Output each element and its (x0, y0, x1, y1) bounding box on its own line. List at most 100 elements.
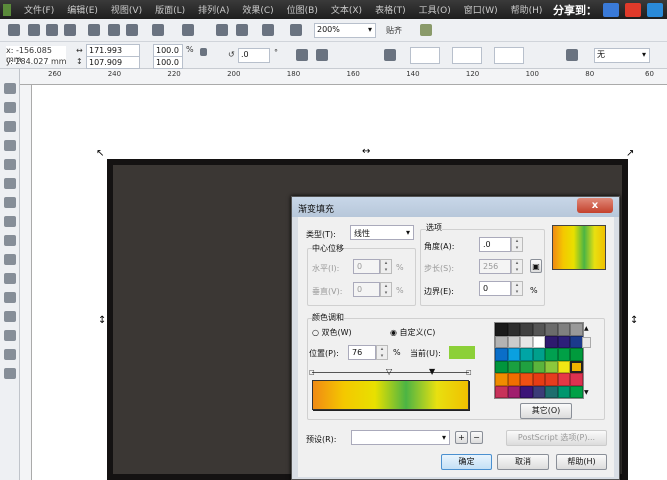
snap-button[interactable]: 贴齐 (386, 25, 402, 36)
type-select[interactable]: 线性 ▾ (350, 225, 414, 240)
palette-swatch[interactable] (545, 335, 558, 348)
palette-swatch[interactable] (532, 335, 545, 348)
paste-icon[interactable] (126, 24, 138, 36)
menu-item[interactable]: 工具(O) (419, 3, 451, 16)
cancel-button[interactable]: 取消 (497, 454, 549, 470)
palette-swatch[interactable] (507, 323, 520, 336)
undo-icon[interactable] (152, 24, 164, 36)
palette-swatch[interactable] (545, 373, 558, 386)
gradient-bar[interactable] (312, 380, 469, 410)
position-field[interactable]: 76 (348, 345, 376, 360)
palette-swatch[interactable] (545, 348, 558, 361)
mirror-h-icon[interactable] (296, 49, 308, 61)
lock-steps-icon[interactable]: ▣ (530, 259, 542, 273)
palette-swatch[interactable] (495, 385, 508, 398)
palette-swatch[interactable] (557, 348, 570, 361)
two-color-radio[interactable]: ○ 双色(W) (312, 327, 352, 338)
palette-scroll-up-icon[interactable]: ▲ (584, 325, 589, 332)
menu-item[interactable]: 效果(C) (242, 3, 273, 16)
palette-swatch[interactable] (507, 373, 520, 386)
palette-swatch[interactable] (545, 360, 558, 373)
freehand-tool-icon[interactable] (4, 159, 16, 170)
export-icon[interactable] (236, 24, 248, 36)
palette-scrollbar-thumb[interactable] (582, 337, 591, 348)
scale-y-field[interactable]: 100.0 (153, 56, 183, 69)
current-color-swatch[interactable] (449, 346, 475, 359)
horizontal-ruler[interactable]: 260 240 220 200 180 160 140 120 100 80 60 (20, 69, 667, 85)
palette-swatch[interactable] (520, 373, 533, 386)
horizontal-field[interactable]: 0 (353, 259, 380, 274)
outline-width-select[interactable]: 无 ▾ (594, 48, 650, 63)
palette-swatch[interactable] (507, 335, 520, 348)
ok-button[interactable]: 确定 (441, 454, 492, 470)
palette-swatch[interactable] (570, 323, 583, 336)
menu-item[interactable]: 版面(L) (155, 3, 185, 16)
new-icon[interactable] (8, 24, 20, 36)
pick-tool-icon[interactable] (4, 83, 16, 94)
edge-pad-field[interactable]: 0 (479, 281, 511, 296)
interactive-tool-icon[interactable] (4, 368, 16, 379)
weibo-icon[interactable] (625, 2, 641, 17)
palette-swatch[interactable] (507, 360, 520, 373)
y-position-field[interactable]: y: 284.027 mm (6, 57, 67, 66)
selected-color-stop-marker[interactable]: ▼ (429, 367, 435, 376)
rotate-handle[interactable]: ↖ (96, 148, 104, 159)
menu-item[interactable]: 文件(F) (24, 3, 54, 16)
options-icon[interactable] (420, 24, 432, 36)
menu-item[interactable]: 编辑(E) (67, 3, 98, 16)
table-tool-icon[interactable] (4, 273, 16, 284)
cut-icon[interactable] (88, 24, 100, 36)
start-stop-handle[interactable]: □ (309, 369, 315, 376)
share-p-icon[interactable] (647, 2, 663, 17)
smart-fill-tool-icon[interactable] (4, 178, 16, 189)
other-colors-button[interactable]: 其它(O) (520, 403, 572, 419)
add-preset-button[interactable]: + (455, 431, 468, 444)
postscript-options-button[interactable]: PostScript 选项(P)... (506, 430, 607, 446)
rotation-field[interactable]: .0 (238, 48, 270, 63)
skew-handle[interactable]: ↕ (630, 315, 638, 326)
steps-field[interactable]: 256 (479, 259, 511, 274)
palette-swatch[interactable] (495, 360, 508, 373)
save-icon[interactable] (46, 24, 58, 36)
gradient-preview[interactable] (552, 225, 606, 270)
eyedropper-tool-icon[interactable] (4, 311, 16, 322)
corner-select-3[interactable] (494, 47, 524, 64)
rotate-handle[interactable]: ↗ (626, 148, 634, 159)
palette-swatch[interactable] (557, 323, 570, 336)
palette-swatch[interactable] (570, 385, 583, 398)
open-icon[interactable] (28, 24, 40, 36)
ellipse-tool-icon[interactable] (4, 216, 16, 227)
edge-pad-spinner[interactable]: ▴ ▾ (511, 281, 523, 296)
menu-item[interactable]: 表格(T) (375, 3, 406, 16)
palette-swatch[interactable] (570, 335, 583, 348)
polygon-tool-icon[interactable] (4, 235, 16, 246)
text-tool-icon[interactable] (4, 254, 16, 265)
mirror-v-icon[interactable] (316, 49, 328, 61)
palette-swatch[interactable] (495, 335, 508, 348)
corner-select-2[interactable] (452, 47, 482, 64)
menu-item[interactable]: 排列(A) (198, 3, 229, 16)
help-button[interactable]: 帮助(H) (556, 454, 607, 470)
color-palette[interactable] (494, 322, 584, 399)
outline-tool-icon[interactable] (4, 330, 16, 341)
vertical-field[interactable]: 0 (353, 282, 380, 297)
palette-swatch[interactable] (507, 385, 520, 398)
palette-swatch[interactable] (520, 335, 533, 348)
app-launcher-icon[interactable] (290, 24, 302, 36)
shape-tool-icon[interactable] (4, 102, 16, 113)
publish-icon[interactable] (262, 24, 274, 36)
palette-swatch[interactable] (495, 323, 508, 336)
end-stop-handle[interactable]: □ (466, 369, 472, 376)
palette-swatch[interactable] (557, 373, 570, 386)
palette-swatch[interactable] (520, 385, 533, 398)
steps-spinner[interactable]: ▴ ▾ (511, 259, 523, 274)
print-icon[interactable] (64, 24, 76, 36)
height-field[interactable]: 107.909 mm (86, 56, 140, 78)
crop-tool-icon[interactable] (4, 121, 16, 132)
color-stop-marker[interactable]: ▽ (386, 367, 392, 376)
menu-item[interactable]: 文本(X) (331, 3, 362, 16)
vertical-ruler[interactable] (20, 85, 32, 480)
palette-swatch[interactable] (520, 360, 533, 373)
palette-swatch[interactable] (507, 348, 520, 361)
menu-item[interactable]: 帮助(H) (511, 3, 543, 16)
